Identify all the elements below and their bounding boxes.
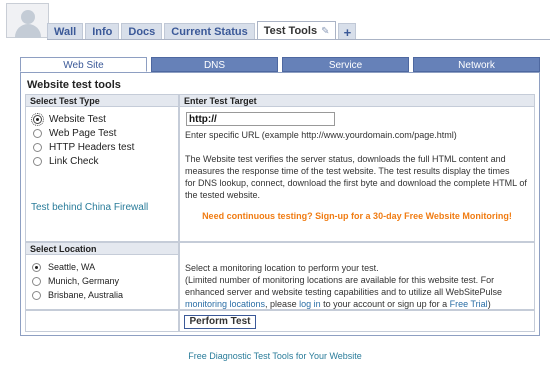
tab-current-status[interactable]: Current Status (164, 23, 255, 40)
location-info-text: Select a monitoring location to perform … (185, 262, 533, 310)
info-line: Select a monitoring location to perform … (185, 263, 379, 273)
info-line: enhanced server and website testing capa… (185, 287, 503, 297)
profile-avatar (6, 3, 49, 38)
description-line: The Website test verifies the server sta… (185, 154, 506, 164)
option-label: HTTP Headers test (49, 141, 135, 153)
select-test-type-box: Select Test Type Website Test Web Page T… (25, 94, 179, 242)
info-text: , please (265, 299, 300, 309)
free-trial-link[interactable]: Free Trial (450, 299, 488, 309)
select-test-type-heading: Select Test Type (26, 95, 178, 107)
radio-http-headers-test[interactable] (33, 142, 42, 152)
perform-test-button[interactable]: Perform Test (184, 315, 256, 329)
description-line: the tested website. (185, 190, 261, 200)
description-line: for DNS lookup, connect, download the fi… (185, 178, 527, 188)
tab-wall[interactable]: Wall (47, 23, 84, 40)
tab-docs[interactable]: Docs (121, 23, 163, 40)
china-firewall-link[interactable]: Test behind China Firewall (31, 202, 148, 213)
tab-info[interactable]: Info (85, 23, 120, 40)
panel-title: Website test tools (27, 79, 121, 91)
monitoring-promo-link[interactable]: Need continuous testing? Sign-up for a 3… (180, 211, 534, 221)
info-text: to your account or sign up for a (320, 299, 450, 309)
info-line: monitoring locations, please log in to y… (185, 298, 533, 310)
tab-test-tools[interactable]: Test Tools ✎ (256, 21, 337, 40)
test-type-option[interactable]: Website Test (31, 112, 134, 126)
test-type-option[interactable]: HTTP Headers test (33, 140, 134, 154)
add-tab-button[interactable]: + (338, 23, 357, 40)
profile-tab-bar: Wall Info Docs Current Status Test Tools… (47, 21, 358, 40)
pencil-icon[interactable]: ✎ (321, 26, 329, 37)
tool-tab-bar: Web Site DNS Service Network (20, 57, 540, 72)
test-type-option[interactable]: Link Check (33, 154, 134, 168)
url-input[interactable] (186, 112, 335, 126)
location-option[interactable]: Seattle, WA (32, 260, 123, 274)
location-info-box: Select a monitoring location to perform … (179, 242, 535, 310)
info-line: (Limited number of monitoring locations … (185, 275, 495, 285)
location-option[interactable]: Brisbane, Australia (32, 288, 123, 302)
perform-row-left (25, 310, 179, 332)
tab-web-site[interactable]: Web Site (20, 57, 147, 72)
option-label: Seattle, WA (48, 262, 96, 272)
website-test-panel: Website test tools Select Test Type Webs… (20, 72, 540, 336)
select-location-heading: Select Location (26, 243, 178, 255)
info-text: ) (487, 299, 491, 309)
option-label: Website Test (49, 113, 106, 125)
enter-test-target-box: Enter Test Target Enter specific URL (ex… (179, 94, 535, 242)
radio-munich[interactable] (32, 276, 41, 286)
footer-tools-link[interactable]: Free Diagnostic Test Tools for Your Webs… (0, 351, 550, 361)
option-label: Web Page Test (49, 127, 117, 139)
option-label: Brisbane, Australia (48, 290, 124, 300)
tab-network[interactable]: Network (413, 57, 540, 72)
test-description: The Website test verifies the server sta… (185, 153, 533, 201)
location-option[interactable]: Munich, Germany (32, 274, 123, 288)
select-location-box: Select Location Seattle, WA Munich, Germ… (25, 242, 179, 310)
radio-web-page-test[interactable] (33, 128, 42, 138)
tab-divider (47, 39, 550, 40)
tab-test-tools-label: Test Tools (263, 25, 318, 37)
test-type-option[interactable]: Web Page Test (33, 126, 134, 140)
monitoring-locations-link[interactable]: monitoring locations (185, 299, 265, 309)
description-line: measures the response time of the test w… (185, 166, 510, 176)
perform-row-right: Perform Test (179, 310, 535, 332)
tab-dns[interactable]: DNS (151, 57, 278, 72)
log-in-link[interactable]: log in (299, 299, 321, 309)
tab-service[interactable]: Service (282, 57, 409, 72)
radio-website-test[interactable] (31, 112, 44, 126)
radio-link-check[interactable] (33, 156, 42, 166)
option-label: Munich, Germany (48, 276, 120, 286)
enter-test-target-heading: Enter Test Target (180, 95, 534, 107)
radio-brisbane[interactable] (32, 290, 41, 300)
url-hint: Enter specific URL (example http://www.y… (185, 130, 457, 140)
option-label: Link Check (49, 155, 99, 167)
radio-seattle[interactable] (32, 262, 41, 272)
